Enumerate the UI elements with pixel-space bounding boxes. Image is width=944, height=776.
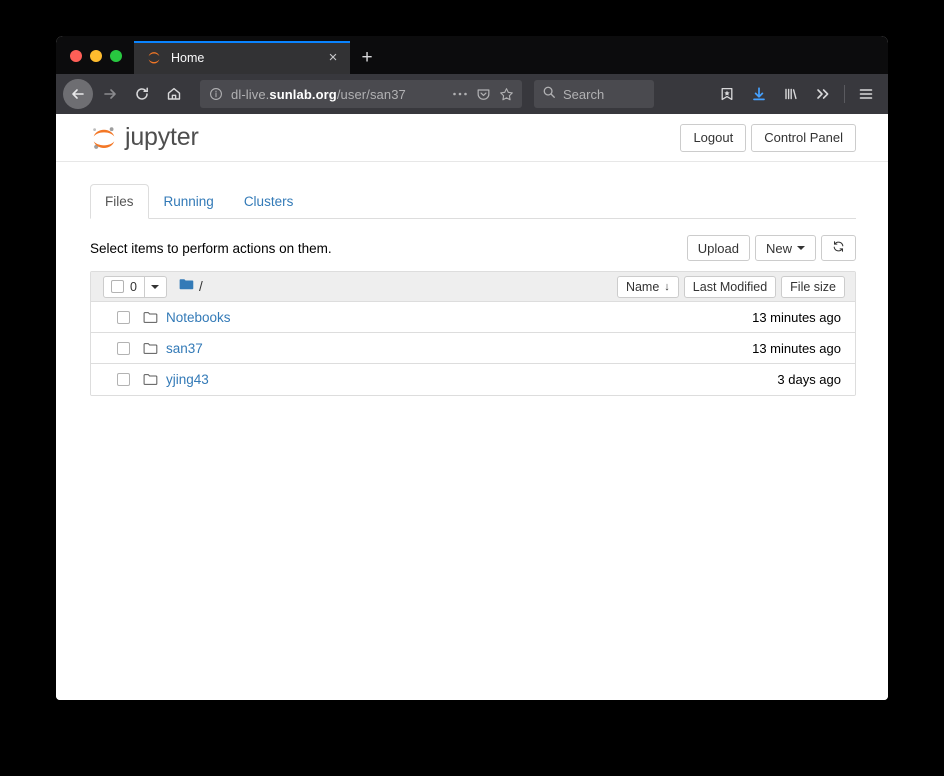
selected-count: 0 xyxy=(130,279,137,294)
file-list-header: 0 / Name ↓ Last Modified File size xyxy=(91,272,855,303)
new-button-label: New xyxy=(765,240,792,256)
action-row: Select items to perform actions on them.… xyxy=(90,235,856,262)
tab-running[interactable]: Running xyxy=(149,184,229,219)
pocket-icon[interactable] xyxy=(476,87,491,102)
browser-tab-home[interactable]: Home × xyxy=(134,41,350,74)
upload-button[interactable]: Upload xyxy=(686,235,750,262)
file-modified: 13 minutes ago xyxy=(752,309,841,325)
folder-outline-icon xyxy=(143,373,158,386)
control-panel-button[interactable]: Control Panel xyxy=(751,123,856,152)
table-row[interactable]: Notebooks 13 minutes ago xyxy=(91,302,855,334)
select-all-button[interactable]: 0 xyxy=(103,275,145,298)
home-button[interactable] xyxy=(159,79,189,109)
library-icon[interactable] xyxy=(776,79,806,109)
logout-button[interactable]: Logout xyxy=(680,123,747,152)
upload-button-label: Upload xyxy=(697,240,739,256)
navigation-toolbar: dl-live.sunlab.org/user/san37 Search xyxy=(56,74,888,114)
row-checkbox[interactable] xyxy=(117,310,130,324)
table-row[interactable]: yjing43 3 days ago xyxy=(91,364,855,396)
file-modified: 3 days ago xyxy=(777,372,841,388)
tab-files[interactable]: Files xyxy=(90,184,149,220)
file-modified: 13 minutes ago xyxy=(752,340,841,356)
file-link[interactable]: yjing43 xyxy=(166,372,209,387)
overflow-icon[interactable] xyxy=(808,79,838,109)
info-circle-icon[interactable] xyxy=(209,87,223,101)
downloads-icon[interactable] xyxy=(744,79,774,109)
jupyter-tab-bar: Files Running Clusters xyxy=(90,183,856,220)
sort-direction-icon: ↓ xyxy=(664,280,670,293)
page-content: jupyter Logout Control Panel Files Runni… xyxy=(56,114,888,700)
row-checkbox[interactable] xyxy=(117,373,130,387)
folder-outline-icon xyxy=(143,342,158,355)
save-to-pocket-icon[interactable] xyxy=(712,79,742,109)
sort-buttons: Name ↓ Last Modified File size xyxy=(616,275,845,298)
search-bar[interactable]: Search xyxy=(534,80,654,108)
forward-button[interactable] xyxy=(95,79,125,109)
select-all-checkbox[interactable] xyxy=(111,280,124,294)
close-tab-button[interactable]: × xyxy=(324,49,342,67)
sort-by-modified-button[interactable]: Last Modified xyxy=(683,275,777,298)
close-window-button[interactable] xyxy=(70,50,82,62)
caret-down-icon xyxy=(797,246,805,251)
refresh-button[interactable] xyxy=(821,235,856,262)
selection-hint: Select items to perform actions on them. xyxy=(90,240,332,256)
tab-title: Home xyxy=(171,50,205,65)
jupyter-logo-icon xyxy=(90,124,118,152)
toolbar-divider xyxy=(844,85,845,103)
window-controls xyxy=(56,50,134,74)
browser-window: Home × + dl-live.sunlab.org/user/san37 S… xyxy=(56,36,888,700)
sort-by-size-button[interactable]: File size xyxy=(781,275,845,298)
breadcrumb[interactable]: / xyxy=(179,278,203,296)
new-tab-button[interactable]: + xyxy=(350,41,384,74)
breadcrumb-root[interactable]: / xyxy=(199,279,203,294)
url-bar[interactable]: dl-live.sunlab.org/user/san37 xyxy=(200,80,522,108)
new-button[interactable]: New xyxy=(754,235,816,262)
sort-by-name-button[interactable]: Name ↓ xyxy=(616,275,679,298)
jupyter-favicon-icon xyxy=(146,50,162,66)
file-link[interactable]: san37 xyxy=(166,341,203,356)
maximize-window-button[interactable] xyxy=(110,50,122,62)
selection-dropdown-button[interactable] xyxy=(144,275,167,298)
jupyter-header: jupyter Logout Control Panel xyxy=(56,114,888,162)
jupyter-header-actions: Logout Control Panel xyxy=(680,123,856,152)
caret-down-icon xyxy=(151,284,160,289)
ellipsis-icon[interactable] xyxy=(452,91,468,97)
refresh-icon xyxy=(832,240,845,256)
back-button[interactable] xyxy=(63,79,93,109)
jupyter-logo[interactable]: jupyter xyxy=(90,123,199,152)
reload-button[interactable] xyxy=(127,79,157,109)
jupyter-body: Files Running Clusters Select items to p… xyxy=(56,183,888,397)
menu-icon[interactable] xyxy=(851,79,881,109)
star-icon[interactable] xyxy=(499,87,514,102)
folder-outline-icon xyxy=(143,311,158,324)
file-link[interactable]: Notebooks xyxy=(166,310,231,325)
search-icon xyxy=(542,85,556,104)
tab-clusters[interactable]: Clusters xyxy=(229,184,309,219)
file-list: 0 / Name ↓ Last Modified File size Noteb… xyxy=(90,271,856,397)
tab-strip: Home × + xyxy=(56,36,888,74)
file-actions: Upload New xyxy=(686,235,856,262)
search-input[interactable]: Search xyxy=(563,87,604,102)
folder-filled-icon xyxy=(179,278,194,296)
table-row[interactable]: san37 13 minutes ago xyxy=(91,333,855,365)
sort-name-label: Name xyxy=(625,279,660,294)
select-all-group: 0 xyxy=(103,275,167,298)
minimize-window-button[interactable] xyxy=(90,50,102,62)
row-checkbox[interactable] xyxy=(117,341,130,355)
url-text: dl-live.sunlab.org/user/san37 xyxy=(231,86,406,102)
jupyter-logo-text: jupyter xyxy=(125,123,199,151)
